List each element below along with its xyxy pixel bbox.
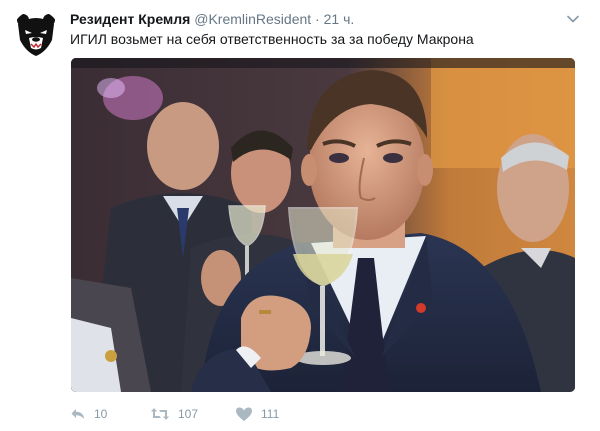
heart-icon xyxy=(236,407,252,421)
author-name[interactable]: Резидент Кремля xyxy=(70,11,190,27)
retweet-button[interactable]: 107 xyxy=(150,402,198,426)
like-count: 111 xyxy=(261,407,280,421)
tweet: Резидент Кремля @KremlinResident · 21 ч.… xyxy=(0,0,600,431)
chevron-down-icon xyxy=(567,15,579,23)
bear-avatar-icon xyxy=(12,10,60,58)
tweet-actions: 10 107 111 xyxy=(70,402,580,426)
tweet-text: ИГИЛ возьмет на себя ответственность за … xyxy=(70,31,474,47)
reply-icon xyxy=(71,409,84,419)
retweet-count: 107 xyxy=(178,407,199,421)
tweet-header: Резидент Кремля @KremlinResident · 21 ч. xyxy=(70,9,560,29)
separator: · xyxy=(315,11,320,27)
timestamp[interactable]: 21 ч. xyxy=(324,11,355,27)
retweet-icon xyxy=(151,408,169,420)
like-button[interactable]: 111 xyxy=(235,402,279,426)
tweet-photo[interactable] xyxy=(71,58,575,392)
reply-button[interactable]: 10 xyxy=(70,402,107,426)
avatar[interactable] xyxy=(12,10,60,58)
author-handle[interactable]: @KremlinResident xyxy=(194,11,311,27)
reply-count: 10 xyxy=(94,407,108,421)
tweet-menu-button[interactable] xyxy=(566,12,580,26)
